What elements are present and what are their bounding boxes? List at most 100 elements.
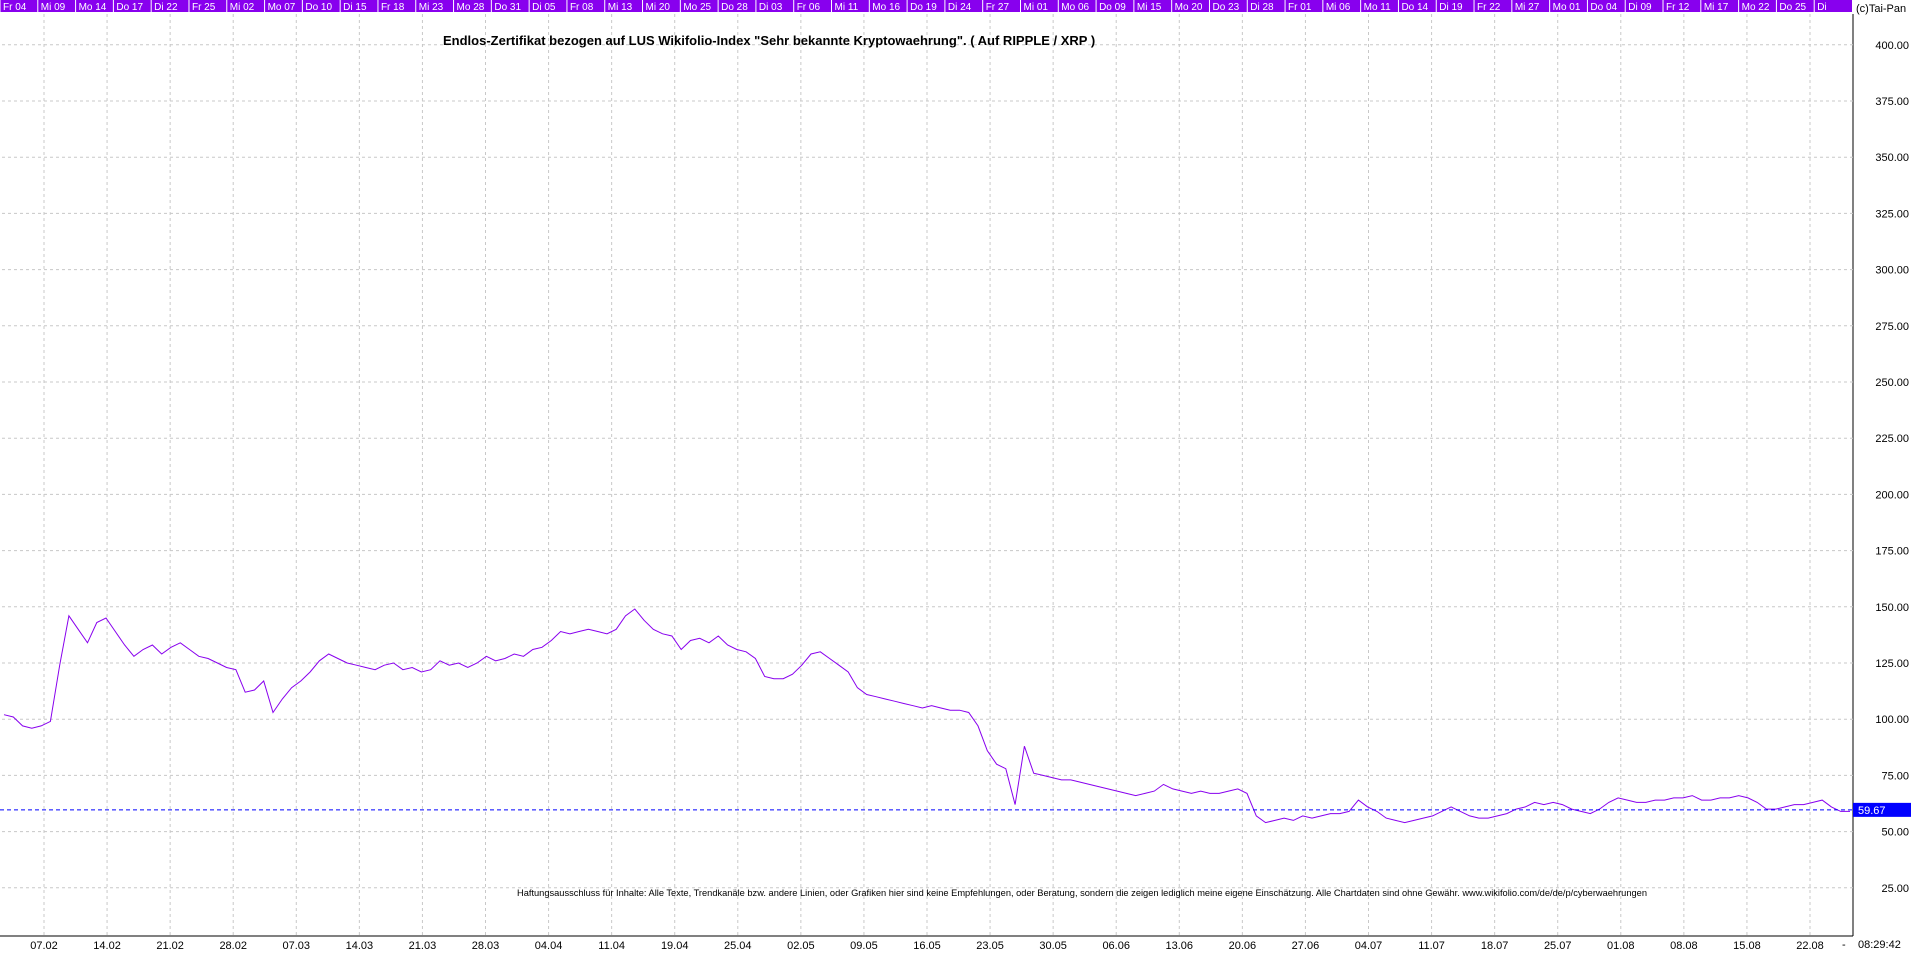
x-tick-label: 28.02: [219, 940, 247, 952]
header-day-label: Do 23: [1212, 2, 1239, 13]
header-day-label: Mo 20: [1175, 2, 1203, 13]
header-day-label: Mo 28: [457, 2, 485, 13]
header-day-label: Fr 12: [1666, 2, 1690, 13]
header-day-label: Mi 01: [1023, 2, 1048, 13]
y-tick-label: 325.00: [1875, 208, 1909, 220]
header-day-label: Mi 02: [230, 2, 255, 13]
x-tick-label: 08.08: [1670, 940, 1698, 952]
header-day-label: Fr 27: [986, 2, 1010, 13]
chart-window: Fr 04 Mi 09 Mo 14 Do 17 Di 22 Fr 25 Mi 02 Mo 07…: [0, 0, 1916, 952]
header-day-label: Mi 09: [41, 2, 66, 13]
header-day-label: Fr 06: [797, 2, 821, 13]
header-day-label: Mo 07: [268, 2, 296, 13]
header-day-label: Do 09: [1099, 2, 1126, 13]
x-tick-label: 01.08: [1607, 940, 1635, 952]
x-tick-label: 04.04: [535, 940, 563, 952]
x-tick-label: 21.02: [156, 940, 184, 952]
y-tick-label: 350.00: [1875, 152, 1909, 164]
x-tick-label: 30.05: [1039, 940, 1067, 952]
x-tick-label: 07.02: [30, 940, 58, 952]
header-day-label: Di: [1817, 2, 1826, 13]
x-tick-label: 04.07: [1355, 940, 1383, 952]
x-tick-label: 28.03: [472, 940, 500, 952]
y-tick-label: 75.00: [1881, 770, 1909, 782]
header-day-label: Do 25: [1779, 2, 1806, 13]
header-day-label: Mi 27: [1515, 2, 1540, 13]
y-tick-label: 375.00: [1875, 96, 1909, 108]
x-tick-label: 14.03: [346, 940, 374, 952]
chart-title: Endlos-Zertifikat bezogen auf LUS Wikifo…: [443, 33, 1095, 48]
x-tick-label: 11.04: [598, 940, 625, 952]
x-tick-label: 27.06: [1292, 940, 1320, 952]
footer-time: 08:29:42: [1858, 939, 1901, 951]
header-day-label: Mo 14: [79, 2, 107, 13]
y-tick-label: 300.00: [1875, 265, 1909, 277]
x-tick-label: 09.05: [850, 940, 878, 952]
x-tick-label: 20.06: [1229, 940, 1257, 952]
y-tick-label: 150.00: [1875, 602, 1909, 614]
x-tick-label: 25.04: [724, 940, 752, 952]
footer-dash: -: [1842, 939, 1846, 951]
header-day-label: Mi 06: [1326, 2, 1351, 13]
x-tick-label: 18.07: [1481, 940, 1509, 952]
header-day-label: Fr 01: [1288, 2, 1312, 13]
header-day-label: Mi 23: [419, 2, 444, 13]
header-day-label: Mo 11: [1364, 2, 1391, 13]
header-day-label: Mi 11: [835, 2, 859, 13]
y-tick-label: 125.00: [1875, 658, 1909, 670]
header-day-label: Mo 06: [1061, 2, 1089, 13]
header-day-label: Do 17: [116, 2, 143, 13]
y-tick-label: 225.00: [1875, 433, 1909, 445]
header-day-label: Do 14: [1401, 2, 1428, 13]
header-day-label: Di 05: [532, 2, 556, 13]
header-day-label: Di 03: [759, 2, 783, 13]
x-tick-label: 25.07: [1544, 940, 1572, 952]
x-tick-label: 11.07: [1418, 940, 1445, 952]
x-tick-label: 23.05: [976, 940, 1004, 952]
y-tick-label: 25.00: [1881, 883, 1909, 895]
header-day-label: Fr 22: [1477, 2, 1501, 13]
header-day-label: Di 19: [1439, 2, 1463, 13]
y-tick-label: 250.00: [1875, 377, 1909, 389]
header-day-label: Di 22: [154, 2, 178, 13]
y-tick-label: 50.00: [1881, 827, 1909, 839]
header-day-label: Mi 17: [1704, 2, 1729, 13]
current-value-label: 59.67: [1858, 805, 1886, 817]
header-day-label: Di 24: [948, 2, 972, 13]
header-day-label: Di 09: [1628, 2, 1652, 13]
header-day-label: Di 15: [343, 2, 367, 13]
x-tick-label: 22.08: [1796, 940, 1824, 952]
y-tick-label: 200.00: [1875, 489, 1909, 501]
x-tick-label: 21.03: [409, 940, 437, 952]
y-tick-label: 275.00: [1875, 321, 1909, 333]
header-day-label: Do 04: [1590, 2, 1617, 13]
header-day-label: Mi 15: [1137, 2, 1162, 13]
x-tick-label: 15.08: [1733, 940, 1761, 952]
x-tick-label: 16.05: [913, 940, 941, 952]
y-tick-label: 100.00: [1875, 714, 1909, 726]
header-day-label: Do 31: [494, 2, 521, 13]
x-tick-label: 14.02: [93, 940, 121, 952]
header-day-label: Mo 22: [1742, 2, 1770, 13]
x-tick-label: 06.06: [1102, 940, 1130, 952]
chart-canvas: Fr 04 Mi 09 Mo 14 Do 17 Di 22 Fr 25 Mi 02 Mo 07…: [0, 0, 1916, 952]
y-tick-label: 400.00: [1875, 40, 1909, 52]
y-tick-label: 175.00: [1875, 546, 1909, 558]
disclaimer-text: Haftungsausschluss für Inhalte: Alle Tex…: [517, 888, 1647, 899]
x-tick-label: 19.04: [661, 940, 689, 952]
header-day-label: Di 28: [1250, 2, 1274, 13]
header-day-label: Fr 08: [570, 2, 594, 13]
header-day-label: Mo 01: [1553, 2, 1581, 13]
x-tick-label: 13.06: [1166, 940, 1194, 952]
header-day-label: Mi 13: [608, 2, 633, 13]
header-day-label: Do 19: [910, 2, 937, 13]
header-day-label: Mo 25: [683, 2, 711, 13]
copyright-label: (c)Tai-Pan: [1856, 3, 1906, 15]
header-day-label: Do 10: [305, 2, 332, 13]
header-day-label: Do 28: [721, 2, 748, 13]
date-header-strip: Fr 04 Mi 09 Mo 14 Do 17 Di 22 Fr 25 Mi 02 Mo 07…: [0, 0, 1852, 13]
header-day-label: Mi 20: [646, 2, 671, 13]
header-day-label: Fr 25: [192, 2, 216, 13]
x-tick-label: 07.03: [283, 940, 311, 952]
x-axis-ticks: 07.02 14.02 21.02 28.02 07.03 14.03 21.03 28.03…: [30, 940, 1824, 952]
